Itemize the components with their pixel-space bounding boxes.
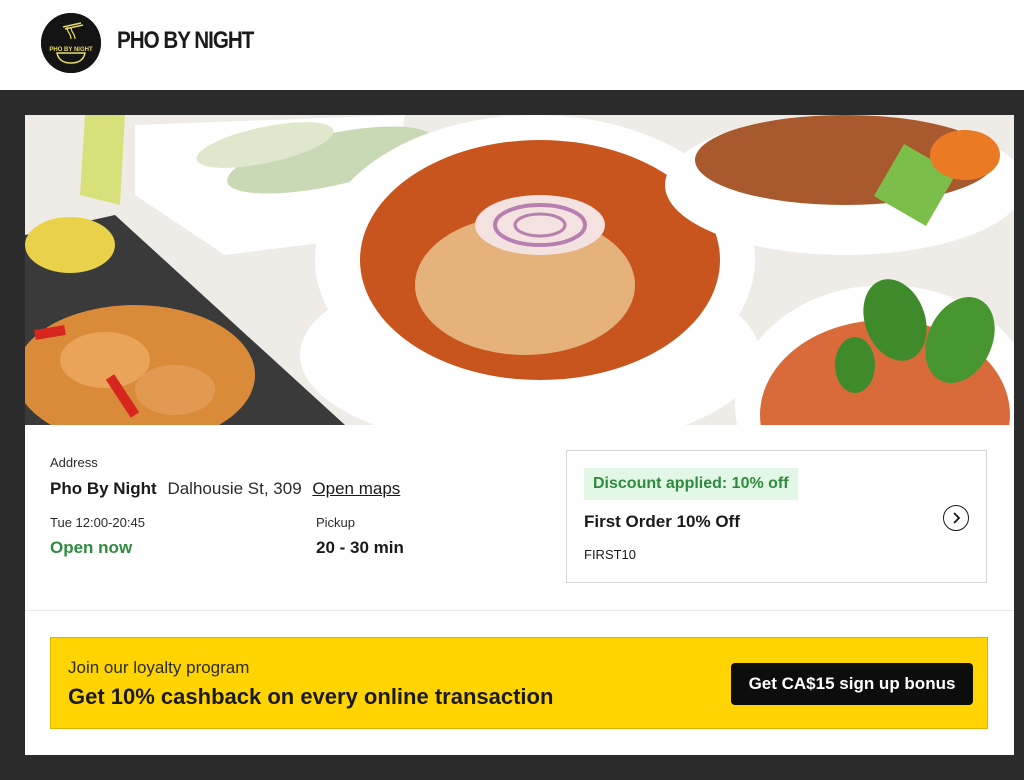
opening-hours: Tue 12:00-20:45 <box>50 515 145 530</box>
discount-code: FIRST10 <box>584 547 637 562</box>
loyalty-intro: Join our loyalty program <box>68 658 250 677</box>
restaurant-info: Address Pho By Night Dalhousie St, 309 O… <box>25 425 1014 610</box>
restaurant-logo[interactable]: PHO BY NIGHT <box>41 13 101 73</box>
chevron-right-icon[interactable] <box>943 505 969 531</box>
signup-bonus-button[interactable]: Get CA$15 sign up bonus <box>731 663 973 705</box>
open-status: Open now <box>50 538 133 557</box>
top-header: PHO BY NIGHT PHO BY NIGHT <box>0 0 1024 90</box>
svg-text:PHO BY NIGHT: PHO BY NIGHT <box>49 47 93 53</box>
pickup-label: Pickup <box>316 515 356 530</box>
loyalty-headline: Get 10% cashback on every online transac… <box>68 684 554 709</box>
pickup-time: 20 - 30 min <box>316 538 404 557</box>
noodle-bowl-logo-icon: PHO BY NIGHT <box>41 13 101 73</box>
discount-card[interactable]: Discount applied: 10% off First Order 10… <box>566 450 987 583</box>
address-line: Pho By Night Dalhousie St, 309 Open maps <box>50 479 400 499</box>
street-address: Dalhousie St, 309 <box>167 479 302 498</box>
restaurant-brand-name: PHO BY NIGHT <box>117 27 254 54</box>
food-hero-image <box>25 115 1014 425</box>
restaurant-name: Pho By Night <box>50 479 157 498</box>
discount-badge: Discount applied: 10% off <box>584 468 798 500</box>
restaurant-card: Address Pho By Night Dalhousie St, 309 O… <box>25 115 1014 755</box>
discount-title: First Order 10% Off <box>584 512 740 531</box>
section-divider <box>25 610 1014 611</box>
address-label: Address <box>50 455 98 470</box>
open-maps-link[interactable]: Open maps <box>312 479 400 498</box>
loyalty-banner: Join our loyalty program Get 10% cashbac… <box>50 637 988 729</box>
